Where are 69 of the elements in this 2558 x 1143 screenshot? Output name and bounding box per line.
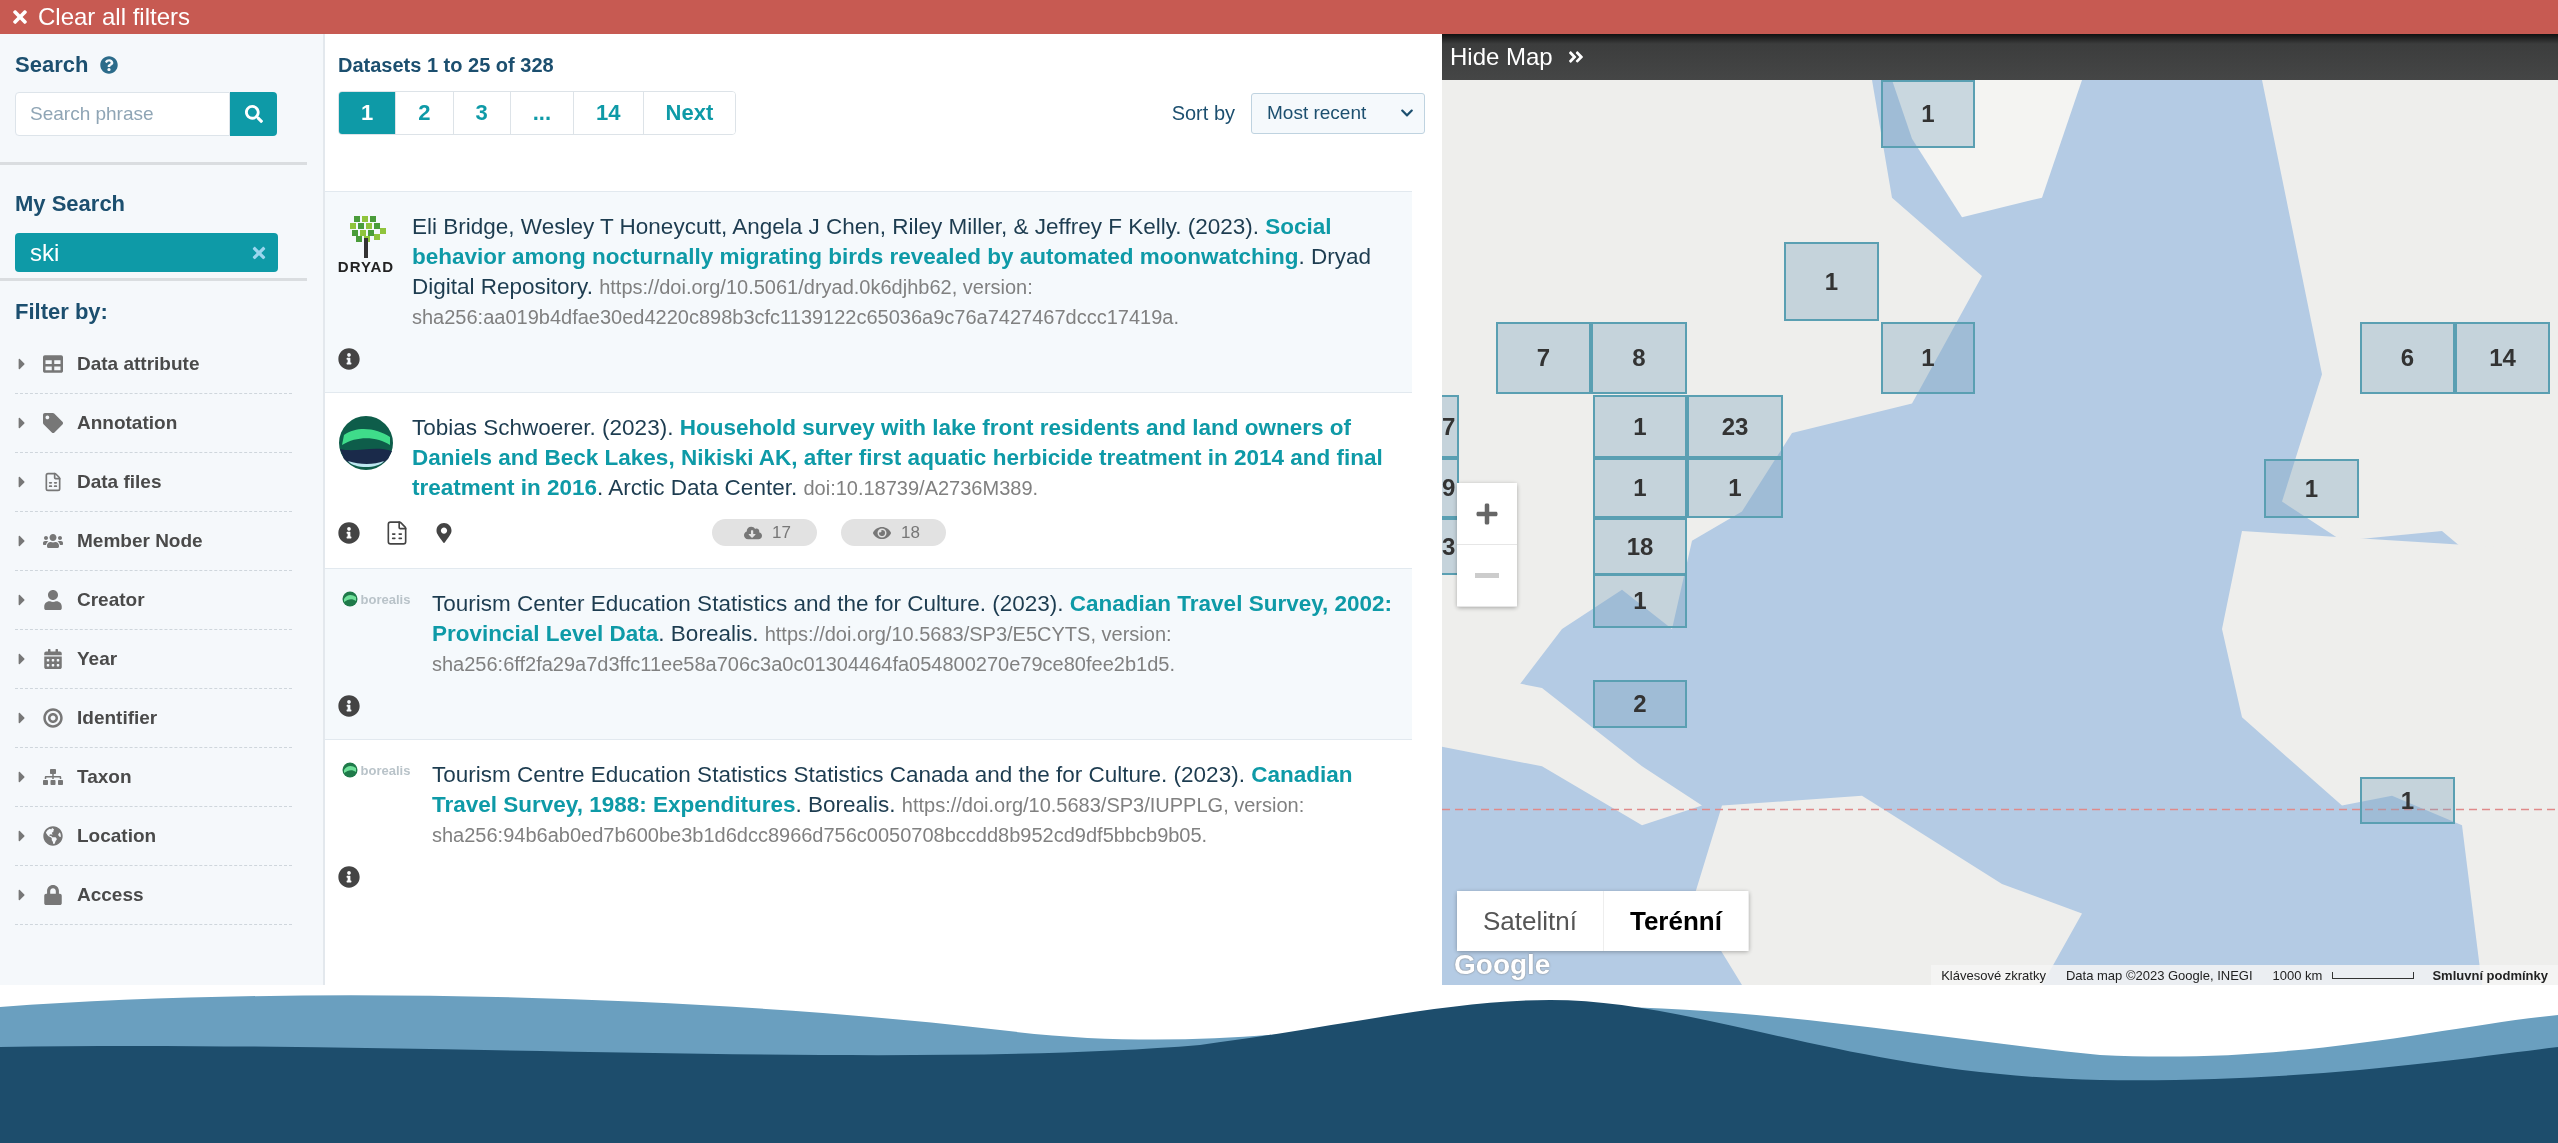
map-type-button[interactable]: Satelitní [1457, 891, 1604, 951]
info-icon[interactable] [338, 348, 360, 370]
filter-label[interactable]: Data files [77, 471, 162, 493]
map-cluster[interactable]: 2 [1593, 680, 1687, 728]
logo-text: borealis [360, 591, 411, 607]
filter-label[interactable]: Access [77, 884, 144, 906]
map-cluster[interactable]: 1 [1593, 395, 1687, 458]
search-icon [244, 105, 263, 123]
sort-select[interactable]: Most recent [1251, 92, 1425, 134]
filter-label[interactable]: Creator [77, 589, 145, 611]
filter-label[interactable]: Year [77, 648, 118, 670]
map-cluster[interactable]: 1 [1593, 574, 1687, 628]
view-count: 18 [840, 519, 946, 546]
section-title: Search [15, 52, 89, 78]
search-field[interactable]: Search phrase [15, 92, 230, 136]
citation: Tourism Centre Education Statistics Statistics Canada and the for Culture. (2023). Canadian Travel Survey, 1988: Expenditures. Borealis. https://doi.org/10.5683/SP3/IUPPLG, version: sha256:94b6ab0ed7b600be3b1d6dcc8966d756c0050708bccdd8b952cd9df5bbcb9b05. [432, 761, 1354, 848]
section-title: Filter by: [15, 299, 108, 325]
close-icon [10, 7, 30, 27]
search-term: ski [30, 238, 60, 267]
download-count: 17 [712, 519, 817, 546]
map-cluster[interactable]: 1 [2360, 777, 2455, 824]
logo-text: borealis [360, 762, 411, 778]
map-cluster[interactable]: 7 [1442, 395, 1459, 458]
minus-icon [1475, 573, 1499, 578]
filter-label[interactable]: Identifier [77, 707, 158, 729]
filter-label[interactable]: Member Node [77, 530, 203, 552]
sort-label: Sort by [1171, 101, 1235, 125]
map-cluster[interactable]: 1 [1687, 458, 1783, 518]
hide-map-button[interactable]: Hide Map [1442, 43, 1593, 71]
citation: Eli Bridge, Wesley T Honeycutt, Angela J Chen, Riley Miller, & Jeffrey F Kelly. (2023). Social behavior among nocturnally migrating birds revealed by automated moonwatching. Dryad Digital Repository. https://doi.org/10.5061/dryad.0k6djhb62, version: sha256:aa019b4dfae30ed4220c898b3cfc1139122c65036a9c76a7427467dccc17419a. [412, 213, 1372, 330]
aurora-logo-icon [338, 415, 394, 471]
plus-icon [1475, 501, 1499, 526]
search-button[interactable] [230, 92, 277, 136]
map-cluster[interactable]: 14 [2455, 322, 2550, 394]
info-icon[interactable] [338, 695, 360, 717]
attribution-text: Data map ©2023 Google, INEGI [2064, 967, 2254, 983]
attribution-text[interactable]: Klávesové zkratky [1931, 967, 2056, 983]
map-cluster[interactable]: 1 [1881, 80, 1975, 148]
results-count: Datasets 1 to 25 of 328 [338, 54, 555, 77]
map-cluster[interactable]: 23 [1687, 395, 1783, 458]
section-title: My Search [15, 191, 126, 217]
citation: Tourism Center Education Statistics and the for Culture. (2023). Canadian Travel Survey, 2002: Provincial Level Data. Borealis. https://doi.org/10.5683/SP3/E5CYTS, version: sha256:6ff2fa29a7d3ffc11ee58a706c3a0c01304464fa054800270e79ce80fee2b1d5. [432, 590, 1394, 677]
filter-label[interactable]: Data attribute [77, 353, 200, 375]
filter-label[interactable]: Location [77, 825, 157, 847]
map-cluster[interactable]: 1 [1881, 322, 1975, 394]
map-cluster[interactable]: 18 [1593, 518, 1687, 575]
map-cluster[interactable]: 1 [1593, 458, 1687, 518]
globe-logo-icon [341, 762, 358, 778]
info-icon[interactable] [338, 521, 360, 544]
double-chevron-icon [1566, 48, 1585, 66]
map-cluster[interactable]: 1 [1784, 242, 1879, 321]
location-pin-icon[interactable] [434, 522, 454, 543]
zoom-in-button[interactable] [1457, 483, 1517, 545]
map-type-button[interactable]: Terénní [1603, 891, 1749, 951]
logo-text: DRYAD [337, 258, 395, 275]
clear-filters-button[interactable]: Clear all filters [0, 0, 201, 34]
attribution-text[interactable]: Smluvní podmínky [2422, 967, 2558, 983]
filter-label[interactable]: Annotation [77, 412, 178, 434]
map-cluster[interactable]: 1 [2264, 459, 2359, 518]
globe-logo-icon [341, 591, 358, 607]
map-cluster[interactable]: 7 [1496, 322, 1591, 394]
map-cluster[interactable]: 8 [1591, 322, 1687, 394]
attribution-text: 1000 km [2271, 967, 2324, 983]
help-icon[interactable] [100, 56, 119, 74]
map-logo: Google [1454, 949, 1551, 981]
filter-label[interactable]: Taxon [77, 766, 132, 788]
map-cluster[interactable]: 6 [2360, 322, 2455, 394]
citation: Tobias Schwoerer. (2023). Household survey with lake front residents and land owners of Daniels and Beck Lakes, Nikiski AK, after first aquatic herbicide treatment in 2014 and final treatment in 2016. Arctic Data Center. doi:10.18739/A2736M389. [412, 414, 1384, 502]
info-icon[interactable] [338, 866, 360, 888]
